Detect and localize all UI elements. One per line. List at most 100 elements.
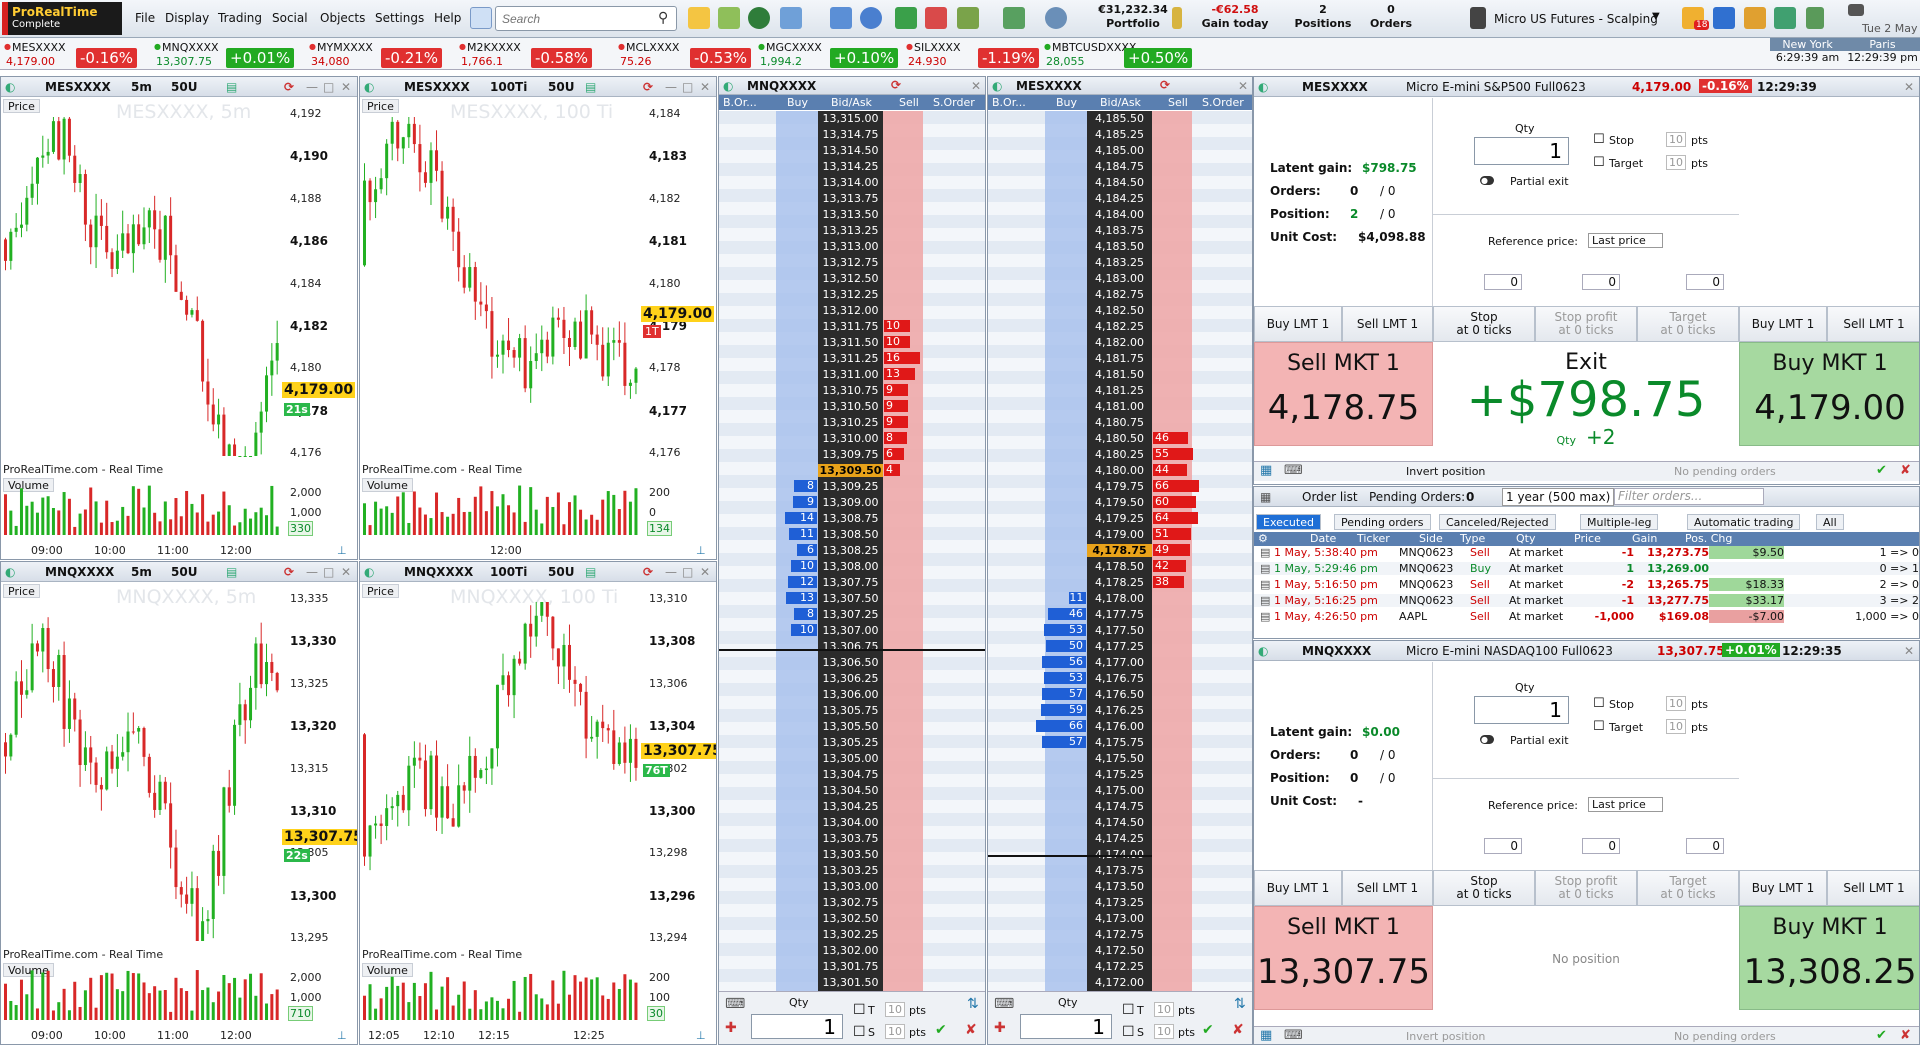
cancel-icon[interactable]: ✘ [1900, 463, 1911, 478]
order-list-column-header[interactable]: Gain [1632, 532, 1657, 545]
dom-price-row[interactable]: 13,308.50 [818, 528, 883, 541]
dom-price-row[interactable]: 4,179.00 [1087, 528, 1152, 541]
dom-price-row[interactable]: 4,177.50 [1087, 624, 1152, 637]
dom-price-row[interactable]: 13,308.75 [818, 512, 883, 525]
dom-price-row[interactable]: 4,176.50 [1087, 688, 1152, 701]
buy-column[interactable] [1045, 111, 1087, 991]
dom-price-row[interactable]: 13,310.75 [818, 384, 883, 397]
dom-price-row[interactable]: 13,306.75 [818, 640, 883, 653]
dom-price-row[interactable]: 13,307.50 [818, 592, 883, 605]
candle-plot[interactable] [1, 562, 284, 963]
dom-price-row[interactable]: 13,308.00 [818, 560, 883, 573]
ticker-mnqxxxx[interactable]: ● MNQXXXX 13,307.75 +0.01% [154, 40, 295, 68]
dom-price-row[interactable]: 13,304.25 [818, 800, 883, 813]
sell-lmt-button-right[interactable]: Sell LMT 1 [1827, 870, 1919, 906]
scale-icon[interactable]: ⊥ [337, 1029, 347, 1042]
alert-icon[interactable] [688, 7, 710, 29]
dom-price-row[interactable]: 13,311.00 [818, 368, 883, 381]
partial-exit-toggle[interactable]: ● [1480, 176, 1494, 185]
order-tool-icon[interactable]: ✚ [725, 1020, 737, 1036]
dom-price-row[interactable]: 13,303.50 [818, 848, 883, 861]
buy-market-button[interactable]: Buy MKT 1 4,179.00 [1739, 342, 1919, 446]
dom-price-row[interactable]: 13,306.25 [818, 672, 883, 685]
candle-plot[interactable] [1, 77, 284, 478]
menu-file[interactable]: File [135, 11, 155, 25]
range-select[interactable]: 1 year (500 max) [1502, 488, 1615, 506]
order-list-tab[interactable]: Multiple-leg [1580, 514, 1659, 530]
target-pts-input[interactable]: 10 [1666, 719, 1686, 734]
candle-plot[interactable] [360, 562, 643, 963]
cancel-icon[interactable]: ✘ [1232, 1022, 1244, 1038]
dom-price-row[interactable]: 13,314.25 [818, 160, 883, 173]
maximize-icon[interactable]: □ [682, 565, 693, 579]
dom-price-row[interactable]: 13,308.25 [818, 544, 883, 557]
close-icon[interactable]: ✕ [700, 80, 710, 94]
ticker-mesxxxx[interactable]: ● MESXXXX 4,179.00 -0.16% [4, 40, 144, 68]
sell-lmt-button-right[interactable]: Sell LMT 1 [1827, 306, 1919, 342]
minimize-icon[interactable]: — [665, 80, 677, 94]
dom-price-row[interactable]: 4,183.75 [1087, 224, 1152, 237]
confirm-icon[interactable]: ✔ [1876, 1028, 1887, 1043]
dom-price-row[interactable]: 4,182.50 [1087, 304, 1152, 317]
dom-price-row[interactable]: 4,185.25 [1087, 128, 1152, 141]
menu-display[interactable]: Display [165, 11, 209, 25]
scale-icon[interactable]: ⊥ [696, 1029, 706, 1042]
order-panel-mnqxxxx[interactable]: ◐ MNQXXXX Micro E-mini NASDAQ100 Full0623 1… [1253, 640, 1920, 1045]
dom-price-row[interactable]: 13,302.75 [818, 896, 883, 909]
order-detail-icon[interactable]: ▤ [1260, 578, 1270, 591]
confirm-icon[interactable]: ✔ [1202, 1022, 1214, 1038]
confirm-icon[interactable]: ✔ [1876, 463, 1887, 478]
dom-price-row[interactable]: 4,178.00 [1087, 592, 1152, 605]
stop-checkbox[interactable]: ☐ [1593, 696, 1605, 711]
order-list-column-header[interactable]: Side [1419, 532, 1443, 545]
dom-price-row[interactable]: 13,304.00 [818, 816, 883, 829]
target-button[interactable]: Target at 0 ticks [1637, 306, 1739, 342]
keyboard-icon[interactable]: ⌨ [725, 996, 745, 1012]
stop-offset-input[interactable]: 0 [1484, 838, 1522, 854]
chart-window-mesxxxx-5m[interactable]: ◐ MESXXXX 5m 50U ▤ ⟳ — □ ✕ MESXXXX, 5m Price 4,192 4… [0, 76, 358, 560]
keyboard-icon[interactable]: ⌨ [1284, 463, 1303, 478]
reference-price-select[interactable]: Last price [1588, 233, 1663, 248]
refresh-icon[interactable]: ⟳ [1160, 78, 1170, 92]
dom-price-row[interactable]: 4,181.50 [1087, 368, 1152, 381]
account-selector[interactable]: Micro US Futures - Scalping [1494, 12, 1658, 26]
maximize-icon[interactable]: □ [323, 80, 334, 94]
keyboard-icon[interactable]: ⌨ [1284, 1028, 1303, 1043]
link-icon[interactable]: ◐ [992, 79, 1002, 93]
dom-price-row[interactable]: 13,309.00 [818, 496, 883, 509]
s-checkbox[interactable]: ☐ [1122, 1024, 1135, 1040]
order-detail-icon[interactable]: ▤ [1260, 610, 1270, 623]
close-icon[interactable]: ✕ [341, 80, 351, 94]
dom-price-row[interactable]: 4,174.75 [1087, 800, 1152, 813]
dom-price-row[interactable]: 4,177.25 [1087, 640, 1152, 653]
dom-price-row[interactable]: 13,305.50 [818, 720, 883, 733]
stop-offset-input[interactable]: 0 [1484, 274, 1522, 290]
dom-price-row[interactable]: 4,174.50 [1087, 816, 1152, 829]
dom-price-row[interactable]: 4,180.75 [1087, 416, 1152, 429]
stop-button[interactable]: Stop at 0 ticks [1433, 870, 1535, 906]
dom-price-row[interactable]: 13,303.25 [818, 864, 883, 877]
table-icon[interactable]: ▦ [1260, 1028, 1272, 1043]
ticker-mbtcusdxxxx[interactable]: ● MBTCUSDXXXX 28,055 +0.50% [1044, 40, 1193, 68]
link-icon[interactable]: ◐ [1258, 80, 1268, 94]
buy-lmt-button-right[interactable]: Buy LMT 1 [1739, 306, 1827, 342]
order-list-row[interactable]: ▤ 1 May, 5:16:25 pm MNQ0623 Sell At market -1… [1254, 594, 1919, 607]
cancel-icon[interactable]: ✘ [965, 1022, 977, 1038]
ticker-mymxxxx[interactable]: ● MYMXXXX 34,080 -0.21% [309, 40, 449, 68]
confirm-icon[interactable]: ✔ [935, 1022, 947, 1038]
refresh-icon[interactable]: ⟳ [891, 78, 901, 92]
dom-price-row[interactable]: 4,178.25 [1087, 576, 1152, 589]
dom-price-row[interactable]: 4,173.00 [1087, 912, 1152, 925]
keyboard-icon[interactable]: ⌨ [994, 996, 1014, 1012]
close-icon[interactable]: ✕ [1238, 79, 1248, 93]
filter-orders-input[interactable]: Filter orders... [1614, 488, 1764, 505]
dom-price-row[interactable]: 4,184.50 [1087, 176, 1152, 189]
buy-lmt-button-right[interactable]: Buy LMT 1 [1739, 870, 1827, 906]
dom-price-row[interactable]: 13,303.00 [818, 880, 883, 893]
order-list-row[interactable]: ▤ 1 May, 4:26:50 pm AAPL Sell At market -1,00… [1254, 610, 1919, 623]
dom-price-row[interactable]: 13,314.50 [818, 144, 883, 157]
portfolio-stat[interactable]: €31,232.34 Portfolio [1088, 3, 1178, 31]
dom-price-row[interactable]: 4,184.75 [1087, 160, 1152, 173]
dom-price-row[interactable]: 13,314.75 [818, 128, 883, 141]
window-icon[interactable] [780, 7, 802, 29]
